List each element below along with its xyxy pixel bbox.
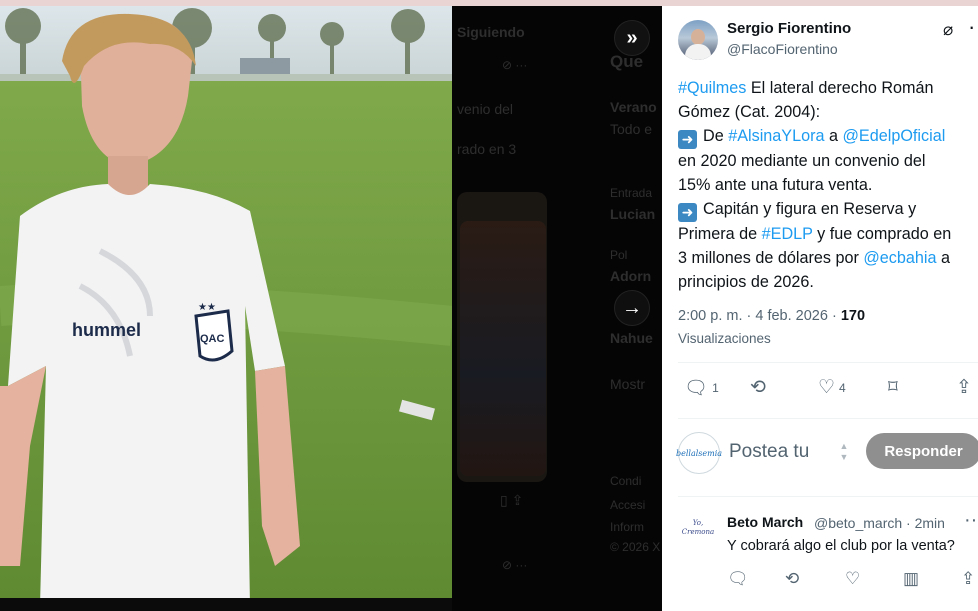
ghost-side-4: Entrada (610, 186, 653, 200)
ghost-side-9: Mostr (610, 376, 645, 392)
media-photo[interactable]: hummel QAC ★★ (0, 6, 452, 601)
reply-icon: 🗨︎ (684, 378, 709, 399)
tweet-header: Sergio Fiorentino @FlacoFiorentino ⌀ ··· (678, 14, 978, 66)
tweet-line-8-pre: 3 millones de dólares por (678, 249, 864, 267)
hashtag-alsinaylora[interactable]: #AlsinaYLora (728, 127, 824, 145)
tweet-line-8-post: a (936, 249, 951, 267)
ghost-side-6: Pol (610, 248, 628, 262)
divider (678, 362, 978, 363)
commenter-name[interactable]: Beto March (727, 514, 803, 530)
ghost-side-11: Accesi (610, 498, 646, 512)
tweet-actions: 🗨︎ 1 ⟲ ♡ 4 ⌑ ⇪ (678, 376, 978, 404)
divider (678, 496, 978, 497)
timestamp-text: 2:00 p. m. · 4 feb. 2026 · (678, 308, 841, 324)
reply-input[interactable]: Postea tu (729, 441, 809, 463)
tweet-line-4: en 2020 mediante un convenio del (678, 152, 926, 170)
svg-text:hummel: hummel (72, 320, 141, 340)
ghost-media-image (460, 221, 546, 476)
reply-button[interactable]: 🗨︎ 1 (684, 376, 719, 400)
svg-text:★★: ★★ (198, 302, 216, 313)
like-button[interactable]: ♡ 4 (818, 376, 846, 399)
comment-text: Y cobrará algo el club por la venta? (727, 538, 955, 554)
repost-icon: ⟲ (750, 377, 766, 398)
comment-reply-icon[interactable]: 🗨︎ (727, 569, 749, 589)
reply-submit-button[interactable]: Responder (866, 433, 978, 469)
svg-text:QAC: QAC (200, 333, 225, 345)
heart-icon: ♡ (818, 377, 836, 398)
tweet-line-5: 15% ante una futura venta. (678, 176, 873, 194)
media-caption-strip (0, 598, 452, 611)
author-name[interactable]: Sergio Fiorentino (727, 20, 851, 37)
reply-count: 1 (712, 381, 719, 395)
hashtag-quilmes[interactable]: #Quilmes (678, 79, 746, 97)
next-media-button[interactable]: → (614, 290, 650, 326)
views-label: Visualizaciones (678, 331, 771, 346)
hashtag-edlp[interactable]: #EDLP (762, 225, 813, 243)
ghost-snippet-1: venio del (457, 101, 514, 117)
repost-button[interactable]: ⟲ (750, 376, 766, 399)
tweet-timestamp[interactable]: 2:00 p. m. · 4 feb. 2026 · 170 (678, 308, 865, 324)
tweet-line-9: principios de 2026. (678, 273, 814, 291)
arrow-right-emoji-icon: ➜ (678, 130, 697, 149)
reply-composer: bellalsemia Postea tu ▲ ▼ Responder (676, 431, 978, 475)
tab-following: Siguiendo (457, 24, 525, 40)
ghost-side-7: Adorn (610, 268, 652, 284)
double-chevron-right-icon: » (626, 26, 638, 49)
ghost-side-8: Nahue (610, 330, 653, 346)
ghost-side-3: Todo e (610, 121, 653, 137)
comment-repost-icon[interactable]: ⟲ (785, 569, 799, 589)
bookmark-button[interactable]: ⌑ (888, 376, 898, 399)
arrow-right-emoji-icon: ➜ (678, 203, 697, 222)
dimmed-timeline: Siguiendo ⊘ ··· venio del rado en 3 Que … (452, 6, 662, 611)
mention-ecbahia[interactable]: @ecbahia (863, 249, 936, 267)
grok-icon[interactable]: ⌀ (943, 20, 953, 40)
ghost-side-10: Condi (610, 474, 642, 488)
divider (678, 418, 978, 419)
author-handle[interactable]: @FlacoFiorentino (727, 41, 838, 57)
mention-edelpoficial[interactable]: @EdelpOficial (843, 127, 946, 145)
share-button[interactable]: ⇪ (956, 376, 972, 399)
comment-more-icon[interactable]: ··· (964, 509, 978, 532)
my-avatar[interactable]: bellalsemia (676, 432, 722, 474)
player-photo-illustration: hummel QAC ★★ (0, 6, 452, 601)
tweet-line-7-post: y fue comprado en (812, 225, 952, 243)
ghost-side-12: Inform (610, 520, 645, 534)
ghost-bookmark-share: ▯ ⇪ (500, 492, 524, 508)
collapse-panel-button[interactable]: » (614, 20, 650, 56)
bookmark-icon: ⌑ (888, 377, 898, 398)
comment-share-icon[interactable]: ⇪ (961, 569, 975, 589)
tweet-line-2: Gómez (Cat. 2004): (678, 103, 821, 121)
author-avatar[interactable] (678, 20, 718, 60)
ghost-dots-2: ⊘ ··· (502, 558, 528, 572)
like-count: 4 (839, 380, 846, 395)
comment-actions: 🗨︎ ⟲ ♡ ▥ ⇪ (727, 569, 978, 591)
composer-spinner-icon: ▲ ▼ (839, 441, 849, 462)
reply-item[interactable]: Yo, Cremona Beto March @beto_march · 2mi… (678, 509, 978, 609)
tweet-line-3-mid: a (824, 127, 843, 145)
tweet-line-6: Capitán y figura en Reserva y (703, 200, 917, 218)
ghost-snippet-2: rado en 3 (457, 141, 517, 157)
tweet-line-3-pre: De (703, 127, 729, 145)
share-icon: ⇪ (956, 377, 972, 398)
ghost-side-2: Verano (610, 99, 657, 115)
ghost-dots: ⊘ ··· (502, 58, 528, 72)
tweet-line-1: El lateral derecho Román (746, 79, 934, 97)
comment-analytics-icon[interactable]: ▥ (903, 569, 919, 589)
ghost-side-5: Lucian (610, 206, 656, 222)
tweet-line-7-pre: Primera de (678, 225, 762, 243)
comment-like-icon[interactable]: ♡ (845, 569, 860, 589)
arrow-right-icon: → (622, 296, 642, 319)
ghost-side-13: © 2026 X (610, 540, 661, 554)
more-options-icon[interactable]: ··· (968, 14, 978, 40)
commenter-avatar[interactable]: Yo, Cremona (678, 519, 718, 549)
view-count: 170 (840, 308, 866, 324)
tweet-panel: Sergio Fiorentino @FlacoFiorentino ⌀ ···… (662, 6, 978, 611)
commenter-handle[interactable]: @beto_march · 2min (814, 515, 945, 531)
tweet-text: #Quilmes El lateral derecho Román Gómez … (678, 76, 978, 294)
